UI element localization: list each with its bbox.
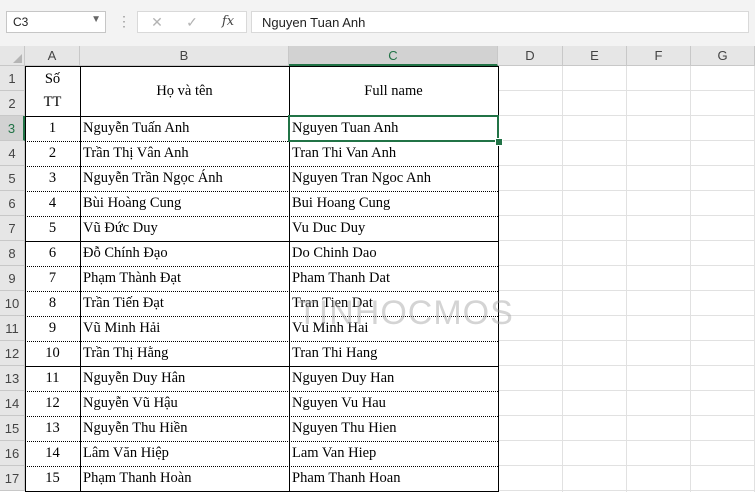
cell-stt[interactable]: 3 <box>25 166 80 191</box>
cell-full-name[interactable]: Tran Thi Van Anh <box>289 141 498 166</box>
row-header-3[interactable]: 3 <box>0 116 25 141</box>
more-options-icon[interactable]: ⋮ <box>117 13 131 29</box>
column-header-e[interactable]: E <box>563 46 627 66</box>
column-header-f[interactable]: F <box>627 46 691 66</box>
cell-full-name[interactable]: Do Chinh Dao <box>289 241 498 266</box>
name-box[interactable]: C3 ▼ <box>6 11 106 33</box>
cell-stt[interactable]: 7 <box>25 266 80 291</box>
cell-stt[interactable]: 15 <box>25 466 80 491</box>
header-full-name[interactable]: Full name <box>289 66 498 116</box>
header-stt[interactable]: Số <box>25 66 80 91</box>
cell-stt[interactable]: 12 <box>25 391 80 416</box>
cell-name[interactable]: Trần Tiến Đạt <box>80 291 289 316</box>
column-header-c[interactable]: C <box>289 46 498 66</box>
row-header-16[interactable]: 16 <box>0 441 25 466</box>
formula-buttons: ✕ ✓ fx <box>137 11 247 33</box>
column-header-g[interactable]: G <box>691 46 755 66</box>
cell-full-name[interactable]: Pham Thanh Hoan <box>289 466 498 491</box>
cell-name[interactable]: Nguyễn Duy Hân <box>80 366 289 391</box>
row-header-12[interactable]: 12 <box>0 341 25 366</box>
cell-stt[interactable]: 5 <box>25 216 80 241</box>
row-header-4[interactable]: 4 <box>0 141 25 166</box>
cell-full-name[interactable]: Nguyen Thu Hien <box>289 416 498 441</box>
gridline <box>626 66 627 492</box>
row-header-2[interactable]: 2 <box>0 91 25 116</box>
cell-stt[interactable]: 8 <box>25 291 80 316</box>
row-header-8[interactable]: 8 <box>0 241 25 266</box>
cell-grid[interactable]: Số TT Họ và tên Full name 1 Nguyễn Tuấn Anh Ng… <box>25 66 755 492</box>
name-box-value: C3 <box>13 15 29 29</box>
cell-name[interactable]: Vũ Minh Hải <box>80 316 289 341</box>
formula-input[interactable]: Nguyen Tuan Anh <box>251 11 749 33</box>
cell-full-name[interactable]: Bui Hoang Cung <box>289 191 498 216</box>
cell-name[interactable]: Phạm Thành Đạt <box>80 266 289 291</box>
cell-full-name[interactable]: Nguyen Vu Hau <box>289 391 498 416</box>
row-header-5[interactable]: 5 <box>0 166 25 191</box>
active-cell-border <box>288 115 499 142</box>
cell-name[interactable]: Lâm Văn Hiệp <box>80 441 289 466</box>
row-header-11[interactable]: 11 <box>0 316 25 341</box>
row-header-7[interactable]: 7 <box>0 216 25 241</box>
gridline <box>690 66 691 492</box>
column-header-b[interactable]: B <box>80 46 289 66</box>
formula-bar: C3 ▼ ⋮ ✕ ✓ fx Nguyen Tuan Anh <box>0 0 755 46</box>
cell-name[interactable]: Đỗ Chính Đạo <box>80 241 289 266</box>
enter-icon[interactable]: ✓ <box>177 12 207 32</box>
cell-name[interactable]: Nguyễn Trần Ngọc Ánh <box>80 166 289 191</box>
row-header-1[interactable]: 1 <box>0 66 25 91</box>
formula-value: Nguyen Tuan Anh <box>262 15 366 30</box>
cell-name[interactable]: Nguyễn Thu Hiền <box>80 416 289 441</box>
cell-full-name[interactable]: Nguyen Duy Han <box>289 366 498 391</box>
cell-name[interactable]: Bùi Hoàng Cung <box>80 191 289 216</box>
cell-name[interactable]: Nguyễn Tuấn Anh <box>80 116 289 141</box>
row-header-14[interactable]: 14 <box>0 391 25 416</box>
cancel-icon[interactable]: ✕ <box>142 12 172 32</box>
row-header-9[interactable]: 9 <box>0 266 25 291</box>
cell-name[interactable]: Vũ Đức Duy <box>80 216 289 241</box>
cell-full-name[interactable]: Lam Van Hiep <box>289 441 498 466</box>
worksheet: ABCDEFG 1 2 3 4 5 6 7 8 9 10 11 12 13 14 15 16 17 Số TT Họ… <box>0 46 755 492</box>
header-name[interactable]: Họ và tên <box>80 66 289 116</box>
row-header-17[interactable]: 17 <box>0 466 25 491</box>
cell-full-name[interactable]: Vu Duc Duy <box>289 216 498 241</box>
cell-stt[interactable]: 9 <box>25 316 80 341</box>
cell-name[interactable]: Phạm Thanh Hoàn <box>80 466 289 491</box>
chevron-down-icon[interactable]: ▼ <box>91 14 101 25</box>
row-header-13[interactable]: 13 <box>0 366 25 391</box>
cell-stt[interactable]: 11 <box>25 366 80 391</box>
column-header-d[interactable]: D <box>498 46 563 66</box>
select-all-button[interactable] <box>0 46 25 66</box>
cell-stt[interactable]: 14 <box>25 441 80 466</box>
cell-stt[interactable]: 1 <box>25 116 80 141</box>
fill-handle[interactable] <box>495 138 503 146</box>
cell-stt[interactable]: 10 <box>25 341 80 366</box>
cell-stt[interactable]: 13 <box>25 416 80 441</box>
cell-name[interactable]: Nguyễn Vũ Hậu <box>80 391 289 416</box>
gridline <box>562 66 563 492</box>
column-header-a[interactable]: A <box>25 46 80 66</box>
cell-stt[interactable]: 4 <box>25 191 80 216</box>
cell-name[interactable]: Trần Thị Hằng <box>80 341 289 366</box>
row-header-6[interactable]: 6 <box>0 191 25 216</box>
row-header-10[interactable]: 10 <box>0 291 25 316</box>
row-header-15[interactable]: 15 <box>0 416 25 441</box>
watermark: TINHOCMOS <box>297 294 514 332</box>
cell-stt[interactable]: 2 <box>25 141 80 166</box>
insert-function-icon[interactable]: fx <box>213 12 243 32</box>
cell-full-name[interactable]: Pham Thanh Dat <box>289 266 498 291</box>
cell-stt[interactable]: 6 <box>25 241 80 266</box>
cell-full-name[interactable]: Nguyen Tran Ngoc Anh <box>289 166 498 191</box>
cell-name[interactable]: Trần Thị Vân Anh <box>80 141 289 166</box>
header-stt-2[interactable]: TT <box>25 91 80 116</box>
cell-full-name[interactable]: Tran Thi Hang <box>289 341 498 366</box>
